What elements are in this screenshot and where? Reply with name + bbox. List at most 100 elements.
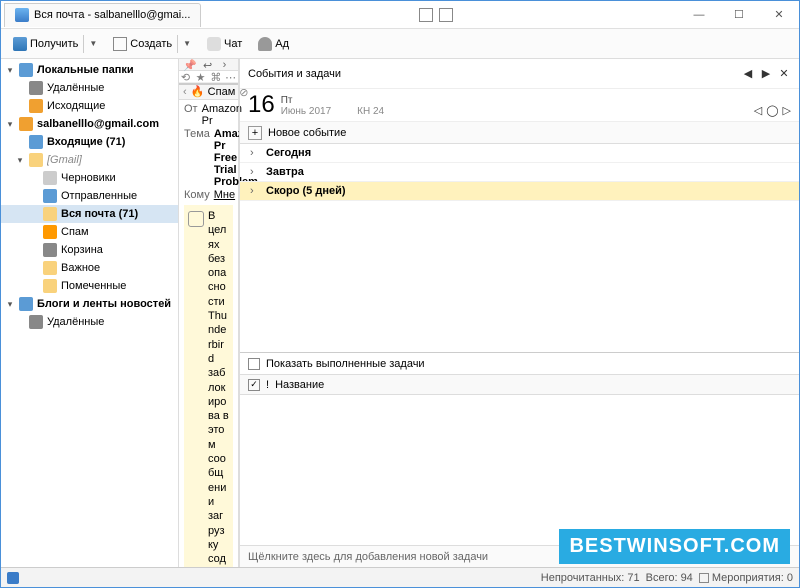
task-list-header: ✓ ! Название <box>240 375 799 395</box>
important-icon <box>43 261 57 275</box>
trash-icon <box>29 81 43 95</box>
trash-icon <box>43 243 57 257</box>
spam-toolbar: ‹ 🔥 Спам ⊘ <box>179 85 238 100</box>
sidebar-item[interactable]: Удалённые <box>1 313 178 331</box>
sidebar-item[interactable]: Спам <box>1 223 178 241</box>
calendar-title-bar: События и задачи ◀ ▶ ✕ <box>240 59 799 89</box>
sidebar-item[interactable]: Корзина <box>1 241 178 259</box>
statusbar: Непрочитанных: 71 Всего: 94 Мероприятия:… <box>1 567 799 587</box>
account-icon <box>19 117 33 131</box>
agenda-label: Завтра <box>266 166 304 178</box>
events-today[interactable]: Мероприятия: 0 <box>699 572 793 584</box>
compose-button[interactable]: Создать ▼ <box>107 33 197 55</box>
checkbox-header-icon[interactable]: ✓ <box>248 379 260 391</box>
twisty-icon[interactable]: ▾ <box>5 65 15 76</box>
from-value[interactable]: Amazon Pr <box>202 103 242 127</box>
priority-icon[interactable]: ! <box>266 379 269 391</box>
chevron-right-icon: › <box>250 166 260 178</box>
weekday-label: Пт <box>281 95 331 106</box>
sidebar-item[interactable]: Вся почта (71) <box>1 205 178 223</box>
fire-icon: 🔥 <box>191 85 205 99</box>
subject-label: Тема <box>184 128 210 188</box>
show-completed-row[interactable]: Показать выполненные задачи <box>240 353 799 375</box>
sidebar-item[interactable]: Черновики <box>1 169 178 187</box>
drafts-icon <box>43 171 57 185</box>
twisty-icon[interactable]: ▾ <box>5 119 15 130</box>
sidebar-item[interactable]: ▾ Блоги и ленты новостей <box>1 295 178 313</box>
sidebar-item-label: Локальные папки <box>37 64 174 76</box>
window-tab[interactable]: Вся почта - salbanelllo@gmai... <box>4 3 201 27</box>
close-button[interactable]: ✕ <box>759 3 799 27</box>
to-value[interactable]: Мне <box>214 189 235 201</box>
outbox-icon <box>29 99 43 113</box>
main-area: ▾ Локальные папки Удалённые Исходящие▾ s… <box>1 59 799 567</box>
shield-icon <box>188 211 204 227</box>
inbox-icon <box>29 135 43 149</box>
sidebar-item[interactable]: Помеченные <box>1 277 178 295</box>
calendar-toggle-icon[interactable] <box>419 8 433 22</box>
sidebar-item[interactable]: ▾ [Gmail] <box>1 151 178 169</box>
star-header-icon[interactable]: ★ <box>196 71 207 82</box>
chevron-down-icon[interactable]: ▼ <box>183 39 191 48</box>
sidebar-item[interactable]: Входящие (71) <box>1 133 178 151</box>
week-number: КН 24 <box>357 106 384 117</box>
sidebar-item[interactable]: Удалённые <box>1 79 178 97</box>
sent-icon <box>43 189 57 203</box>
folder-tree[interactable]: ▾ Локальные папки Удалённые Исходящие▾ s… <box>1 59 179 567</box>
prev-arrow-icon[interactable]: ◀ <box>741 67 755 81</box>
allmail-icon <box>43 207 57 221</box>
sidebar-item[interactable]: Исходящие <box>1 97 178 115</box>
back-icon[interactable]: ‹ <box>183 86 187 98</box>
mini-next-icon[interactable]: ▷ <box>783 104 791 117</box>
sidebar-item[interactable]: ▾ salbanelllo@gmail.com <box>1 115 178 133</box>
calendar-date-header: 16 Пт Июнь 2017 КН 24 ◁ ◯ ▷ <box>240 89 799 122</box>
task-title-header[interactable]: Название <box>275 379 324 391</box>
task-list-body[interactable] <box>240 395 799 545</box>
sidebar-item-label: Черновики <box>61 172 174 184</box>
spam-icon <box>43 225 57 239</box>
calendar-title: События и задачи <box>248 68 741 80</box>
close-pane-icon[interactable]: ✕ <box>777 67 791 81</box>
unread-count: Непрочитанных: 71 <box>541 572 640 584</box>
app-window: Вся почта - salbanelllo@gmai... — ☐ ✕ По… <box>0 0 800 588</box>
chevron-right-icon: › <box>250 147 260 159</box>
activity-icon[interactable] <box>7 572 19 584</box>
agenda-row[interactable]: ›Скоро (5 дней) <box>240 182 799 201</box>
total-count: Всего: 94 <box>646 572 693 584</box>
sidebar-item-label: Помеченные <box>61 280 174 292</box>
attach-icon[interactable]: ⌘ <box>210 71 221 82</box>
chat-icon <box>207 37 221 51</box>
addressbook-button[interactable]: Ад <box>252 35 295 53</box>
chat-button[interactable]: Чат <box>201 35 248 53</box>
pin-icon[interactable]: 📌 <box>183 59 194 70</box>
next-arrow-icon[interactable]: ▶ <box>759 67 773 81</box>
chevron-icon[interactable]: › <box>223 59 234 70</box>
plus-icon: + <box>248 126 262 140</box>
sidebar-item[interactable]: ▾ Локальные папки <box>1 61 178 79</box>
to-label: Кому <box>184 189 210 201</box>
sidebar-item-label: Удалённые <box>47 316 174 328</box>
twisty-icon[interactable]: ▾ <box>5 299 15 310</box>
today-dot-icon[interactable]: ◯ <box>766 104 778 117</box>
maximize-button[interactable]: ☐ <box>719 3 759 27</box>
agenda-row[interactable]: ›Сегодня <box>240 144 799 163</box>
more-icon[interactable]: ⋯ <box>225 71 236 82</box>
minimize-button[interactable]: — <box>679 3 719 27</box>
reply-icon[interactable]: ↩ <box>203 59 214 70</box>
new-event-row[interactable]: + Новое событие <box>240 122 799 144</box>
from-label: От <box>184 103 198 127</box>
spam-button[interactable]: 🔥 Спам <box>191 85 236 99</box>
mini-prev-icon[interactable]: ◁ <box>754 104 762 117</box>
app-icon <box>15 8 29 22</box>
sidebar-item-label: Удалённые <box>47 82 174 94</box>
tasks-toggle-icon[interactable] <box>439 8 453 22</box>
window-controls: — ☐ ✕ <box>679 3 799 27</box>
thread-icon[interactable]: ⟲ <box>181 71 192 82</box>
twisty-icon[interactable]: ▾ <box>15 155 25 166</box>
get-mail-button[interactable]: Получить ▼ <box>7 33 103 55</box>
checkbox-icon[interactable] <box>248 358 260 370</box>
agenda-row[interactable]: › Завтра <box>240 163 799 182</box>
sidebar-item[interactable]: Отправленные <box>1 187 178 205</box>
chevron-down-icon[interactable]: ▼ <box>89 39 97 48</box>
sidebar-item[interactable]: Важное <box>1 259 178 277</box>
